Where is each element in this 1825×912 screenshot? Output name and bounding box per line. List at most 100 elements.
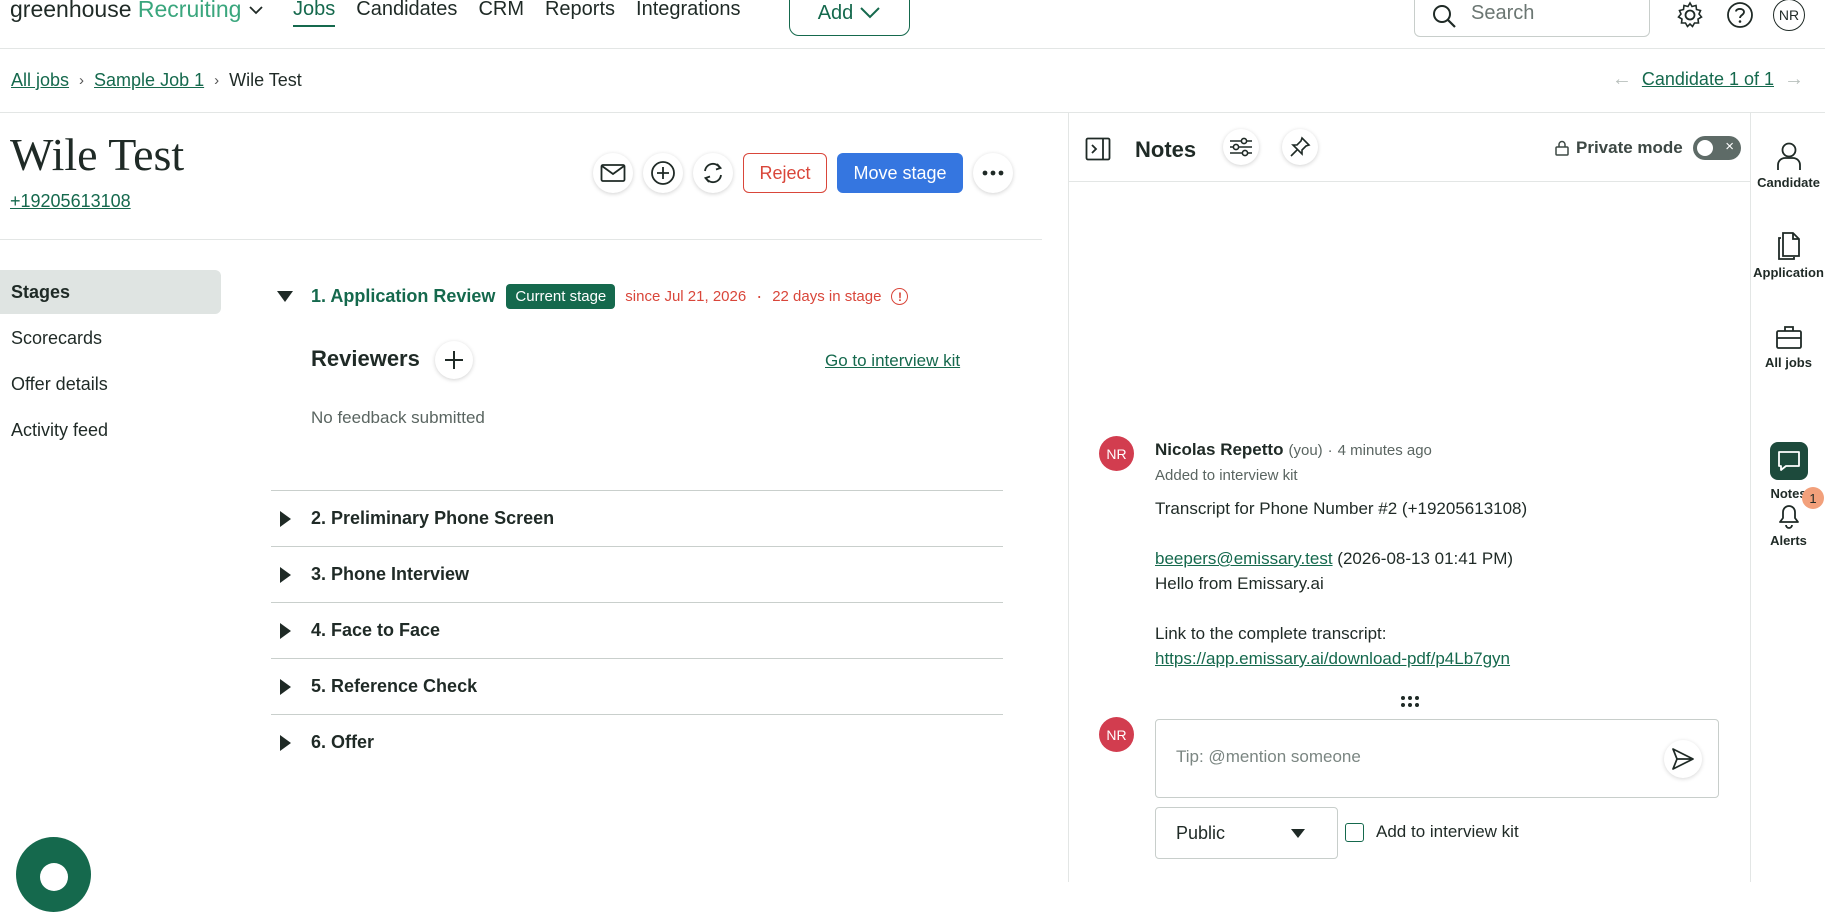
stage-row[interactable]: 3. Phone Interview (271, 546, 1003, 602)
note-line: Link to the complete transcript: (1155, 624, 1387, 643)
drag-handle-icon[interactable] (1400, 695, 1420, 709)
rail-label: Alerts (1770, 533, 1807, 548)
rail-item-application[interactable]: Application (1751, 231, 1825, 280)
gear-icon[interactable] (1675, 0, 1705, 30)
arrow-left-icon[interactable]: ← (1612, 68, 1632, 91)
plus-circle-icon (651, 161, 675, 185)
sidenav-item-offer-details[interactable]: Offer details (0, 362, 221, 406)
private-mode-toggle[interactable]: × (1693, 136, 1741, 160)
stage-title: 2. Preliminary Phone Screen (311, 508, 555, 528)
candidate-pager: ← Candidate 1 of 1 → (1612, 68, 1804, 91)
notes-panel: Notes Private mode × NR Nicolas Repetto … (1068, 113, 1751, 882)
alerts-count-badge: 1 (1802, 487, 1824, 509)
add-reviewer-button[interactable] (435, 341, 473, 379)
search-placeholder: Search (1471, 2, 1535, 24)
search-input[interactable]: Search (1414, 0, 1650, 37)
note-body: Transcript for Phone Number #2 (+1920561… (1155, 496, 1715, 671)
candidate-count-link[interactable]: Candidate 1 of 1 (1642, 69, 1774, 90)
days-in-stage: 22 days in stage (772, 288, 882, 305)
chevron-right-icon: › (214, 72, 220, 89)
note-line: beepers@emissary.test (2026-08-13 01:41 … (1155, 546, 1715, 571)
add-button[interactable]: Add (789, 0, 910, 36)
note-email-link[interactable]: beepers@emissary.test (1155, 549, 1333, 568)
reject-button[interactable]: Reject (743, 153, 827, 193)
chevron-right-icon: › (79, 72, 85, 89)
filter-button[interactable] (1223, 129, 1259, 165)
rail-item-all-jobs[interactable]: All jobs (1751, 323, 1825, 370)
briefcase-icon (1775, 326, 1802, 349)
nav-jobs[interactable]: Jobs (293, 0, 336, 27)
nav-candidates[interactable]: Candidates (356, 0, 457, 27)
more-button[interactable] (973, 153, 1013, 193)
visibility-value: Public (1176, 823, 1226, 843)
lock-icon (1555, 140, 1569, 156)
move-stage-button[interactable]: Move stage (837, 153, 963, 193)
note-input[interactable]: Tip: @mention someone (1155, 719, 1719, 798)
greenhouse-logo[interactable]: greenhouse Recruiting (10, 0, 263, 23)
caret-right-icon (280, 566, 291, 583)
main-nav: Jobs Candidates CRM Reports Integrations (293, 0, 762, 27)
stage-row[interactable]: 4. Face to Face (271, 602, 1003, 658)
chat-launcher-button[interactable] (16, 837, 91, 912)
more-horizontal-icon (982, 170, 1004, 176)
checkbox[interactable] (1345, 822, 1364, 842)
private-mode-text: Private mode (1576, 138, 1683, 157)
breadcrumb-job[interactable]: Sample Job 1 (94, 70, 204, 91)
sidenav-item-activity-feed[interactable]: Activity feed (0, 408, 221, 452)
caret-right-icon (280, 734, 291, 751)
sidenav-item-stages[interactable]: Stages (0, 270, 221, 314)
send-button[interactable] (1664, 740, 1702, 778)
pin-button[interactable] (1282, 129, 1318, 165)
sidenav-item-scorecards[interactable]: Scorecards (0, 316, 221, 360)
plus-icon (445, 351, 463, 369)
transcript-link[interactable]: https://app.emissary.ai/download-pdf/p4L… (1155, 649, 1510, 668)
caret-down-icon (277, 291, 293, 302)
notes-header: Notes Private mode × (1069, 113, 1751, 182)
candidate-phone[interactable]: +19205613108 (10, 191, 131, 212)
stage-application-review[interactable]: 1. Application Review Current stage sinc… (277, 284, 909, 309)
breadcrumb: All jobs › Sample Job 1 › Wile Test (11, 70, 302, 91)
breadcrumb-all-jobs[interactable]: All jobs (11, 70, 69, 91)
stage-row[interactable]: 2. Preliminary Phone Screen (271, 490, 1003, 546)
stage-title: 6. Offer (311, 732, 375, 752)
stage-title: 4. Face to Face (311, 620, 441, 640)
caret-right-icon (280, 678, 291, 695)
notes-title: Notes (1135, 137, 1197, 162)
nav-crm[interactable]: CRM (478, 0, 524, 27)
stage-row[interactable]: 6. Offer (271, 714, 1003, 770)
email-button[interactable] (593, 153, 633, 193)
notes-active-indicator (1769, 442, 1808, 480)
logo-main: greenhouse (10, 0, 132, 22)
search-icon (1433, 5, 1456, 28)
caret-right-icon (280, 510, 291, 527)
interview-kit-link[interactable]: Go to interview kit (825, 351, 960, 371)
stage-row[interactable]: 5. Reference Check (271, 658, 1003, 714)
add-to-kit-label: Add to interview kit (1376, 822, 1519, 841)
logo-sub: Recruiting (137, 0, 242, 22)
user-avatar[interactable]: NR (1773, 0, 1805, 31)
arrow-right-icon[interactable]: → (1784, 68, 1804, 91)
no-feedback-text: No feedback submitted (311, 408, 485, 427)
nav-integrations[interactable]: Integrations (636, 0, 741, 27)
collapse-panel-icon[interactable] (1085, 137, 1111, 161)
chat-icon (40, 863, 68, 891)
chat-icon (1777, 451, 1800, 471)
bell-icon (1778, 505, 1799, 529)
pin-icon (1290, 136, 1311, 157)
transfer-button[interactable] (693, 153, 733, 193)
person-icon (1776, 142, 1801, 170)
stage-title: 1. Application Review (311, 286, 496, 306)
visibility-select[interactable]: Public (1155, 807, 1338, 859)
note-header: Nicolas Repetto (you) · 4 minutes ago (1155, 440, 1432, 460)
add-to-kit-checkbox[interactable]: Add to interview kit (1345, 822, 1519, 842)
add-action-button[interactable] (643, 153, 683, 193)
rail-item-candidate[interactable]: Candidate (1751, 141, 1825, 190)
chevron-down-icon[interactable] (248, 2, 264, 18)
stage-title: 3. Phone Interview (311, 564, 470, 584)
private-mode-label: Private mode (1554, 138, 1683, 158)
note-time: 4 minutes ago (1337, 442, 1432, 459)
separator-dot: · (756, 286, 763, 306)
help-icon[interactable] (1725, 0, 1755, 30)
caret-right-icon (280, 622, 291, 639)
nav-reports[interactable]: Reports (545, 0, 615, 27)
